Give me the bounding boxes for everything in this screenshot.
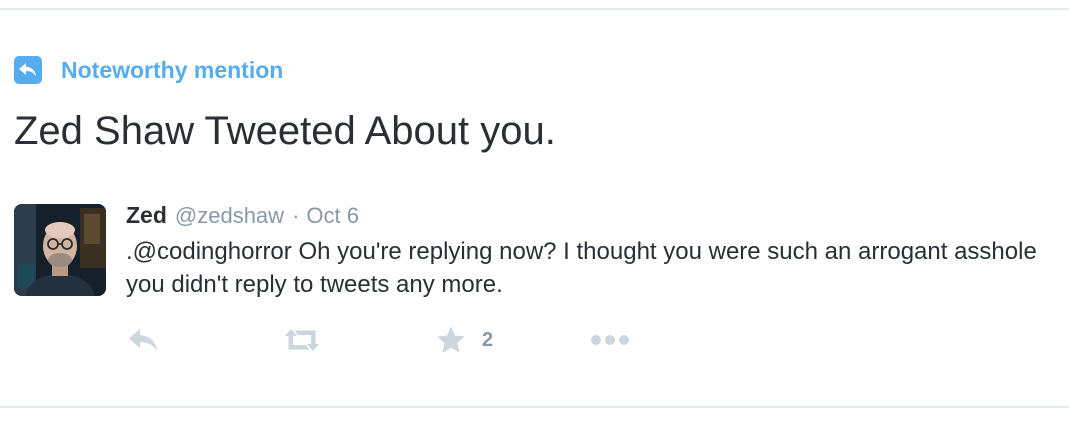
notification-headline: Zed Shaw Tweeted About you. (14, 109, 556, 153)
notification-context: Noteworthy mention (14, 56, 283, 84)
author-screen-name[interactable]: @zedshaw (175, 203, 284, 229)
reply-button[interactable] (126, 322, 160, 358)
notification-type-label[interactable]: Noteworthy mention (61, 56, 283, 84)
tweet-timestamp[interactable]: Oct 6 (306, 203, 359, 229)
author-fullname[interactable]: Zed (126, 202, 167, 229)
tweet-header: Zed @zedshaw · Oct 6 (126, 202, 359, 232)
retweet-button[interactable] (282, 322, 322, 358)
more-button[interactable] (590, 322, 630, 358)
header-separator: · (292, 203, 300, 228)
top-divider (0, 8, 1069, 10)
bottom-divider (0, 406, 1069, 408)
star-icon (436, 325, 466, 355)
reply-arrow-icon (14, 56, 42, 84)
reply-icon (126, 327, 160, 353)
avatar[interactable] (14, 204, 106, 296)
favorite-count: 2 (482, 328, 494, 351)
more-dots-icon (590, 333, 630, 347)
favorite-button[interactable]: 2 (436, 322, 493, 358)
retweet-icon (282, 327, 322, 353)
tweet-actions: 2 (126, 322, 686, 358)
tweet-text: .@codinghorror Oh you're replying now? I… (126, 238, 1037, 298)
